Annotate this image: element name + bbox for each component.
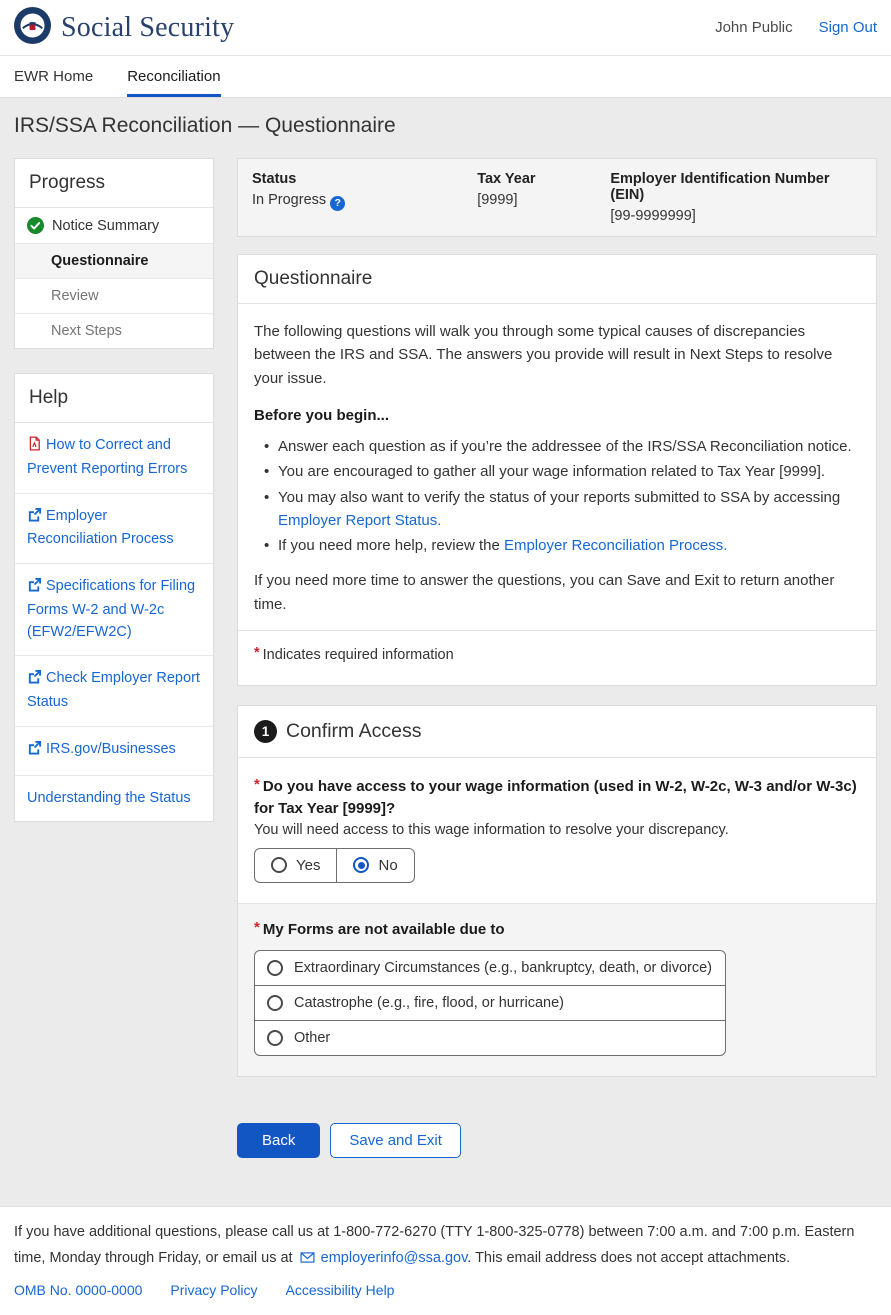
envelope-icon — [300, 1251, 319, 1267]
radio-option-extraordinary-circumstances[interactable]: Extraordinary Circumstances (e.g., bankr… — [255, 951, 725, 985]
ein-value: [99-9999999] — [610, 208, 862, 224]
help-link-employer-reconciliation-process[interactable]: Employer Reconciliation Process — [15, 494, 213, 565]
radio-icon-selected[interactable] — [353, 857, 369, 873]
progress-item-label: Questionnaire — [51, 253, 149, 269]
brand[interactable]: Social Security — [14, 7, 234, 49]
help-link-label: Understanding the Status — [27, 790, 191, 806]
external-link-icon — [27, 669, 42, 692]
bullet-item: You are encouraged to gather all your wa… — [264, 460, 860, 483]
help-link-correct-prevent-errors[interactable]: How to Correct and Prevent Reporting Err… — [15, 423, 213, 494]
tax-year-value: [9999] — [477, 192, 610, 208]
help-link-label: How to Correct and Prevent Reporting Err… — [27, 437, 187, 477]
forms-unavailable-radio-list: Extraordinary Circumstances (e.g., bankr… — [254, 950, 726, 1056]
page-title: IRS/SSA Reconciliation — Questionnaire — [14, 114, 877, 138]
required-asterisk — [254, 647, 263, 663]
forms-unavailable-label: My Forms are not available due to — [254, 919, 860, 941]
radio-icon[interactable] — [271, 857, 287, 873]
sign-out-link[interactable]: Sign Out — [819, 19, 877, 36]
user-name: John Public — [715, 19, 793, 36]
radio-option-yes[interactable]: Yes — [255, 849, 336, 882]
accessibility-help-link[interactable]: Accessibility Help — [286, 1278, 395, 1303]
help-link-label: Check Employer Report Status — [27, 670, 200, 710]
help-link-label: Specifications for Filing Forms W-2 and … — [27, 578, 195, 640]
status-help-icon[interactable] — [330, 196, 345, 211]
omb-number-link[interactable]: OMB No. 0000-0000 — [14, 1278, 142, 1303]
yes-no-radio-group: Yes No — [254, 848, 415, 883]
pdf-icon — [27, 436, 42, 459]
tax-year-label: Tax Year — [477, 171, 610, 187]
help-link-irs-gov-businesses[interactable]: IRS.gov/Businesses — [15, 727, 213, 776]
employer-reconciliation-process-link[interactable]: Employer Reconciliation Process. — [504, 537, 727, 554]
progress-item-label: Review — [51, 288, 99, 304]
radio-label: No — [378, 857, 397, 874]
progress-item-notice-summary[interactable]: Notice Summary — [15, 208, 213, 244]
progress-panel: Progress Notice Summary Questionnaire Re… — [14, 158, 214, 349]
progress-item-review: Review — [15, 279, 213, 314]
save-exit-note: If you need more time to answer the ques… — [254, 569, 860, 616]
confirm-access-heading: 1 Confirm Access — [238, 706, 876, 758]
forms-unavailable-section: My Forms are not available due to Extrao… — [238, 903, 876, 1077]
radio-option-catastrophe[interactable]: Catastrophe (e.g., fire, flood, or hurri… — [255, 985, 725, 1020]
confirm-access-title: Confirm Access — [286, 720, 421, 743]
primary-nav: EWR Home Reconciliation — [0, 56, 891, 98]
external-link-icon — [27, 577, 42, 600]
help-link-specifications-w2[interactable]: Specifications for Filing Forms W-2 and … — [15, 564, 213, 656]
bullet-item: If you need more help, review the Employ… — [264, 534, 860, 557]
radio-icon[interactable] — [267, 995, 283, 1011]
brand-title: Social Security — [61, 12, 234, 44]
step-number-badge: 1 — [254, 720, 277, 743]
external-link-icon — [27, 740, 42, 763]
radio-label: Yes — [296, 857, 320, 874]
tab-reconciliation[interactable]: Reconciliation — [127, 56, 220, 97]
bullet-item: You may also want to verify the status o… — [264, 486, 860, 533]
bullet-item: Answer each question as if you’re the ad… — [264, 435, 860, 458]
radio-icon[interactable] — [267, 960, 283, 976]
progress-item-questionnaire: Questionnaire — [15, 244, 213, 279]
tab-ewr-home[interactable]: EWR Home — [14, 56, 93, 97]
app-header: Social Security John Public Sign Out — [0, 0, 891, 56]
before-you-begin-heading: Before you begin... — [254, 404, 860, 427]
save-and-exit-button[interactable]: Save and Exit — [330, 1123, 461, 1158]
radio-icon[interactable] — [267, 1030, 283, 1046]
questionnaire-intro: The following questions will walk you th… — [254, 320, 860, 390]
back-button[interactable]: Back — [237, 1123, 320, 1158]
status-label: Status — [252, 171, 477, 187]
confirm-access-card: 1 Confirm Access Do you have access to y… — [237, 705, 877, 1077]
employer-report-status-link[interactable]: Employer Report Status. — [278, 512, 441, 529]
radio-label: Catastrophe (e.g., fire, flood, or hurri… — [294, 995, 564, 1011]
questionnaire-heading: Questionnaire — [238, 255, 876, 304]
help-panel: Help How to Correct and Prevent Reportin… — [14, 373, 214, 822]
check-circle-icon — [27, 217, 44, 234]
radio-label: Other — [294, 1030, 330, 1046]
privacy-policy-link[interactable]: Privacy Policy — [170, 1278, 257, 1303]
status-value: In Progress — [252, 192, 326, 208]
progress-item-label: Next Steps — [51, 323, 122, 339]
status-summary-bar: Status In Progress Tax Year [9999] Emplo… — [237, 158, 877, 237]
progress-item-label: Notice Summary — [52, 218, 159, 234]
wage-access-question-label: Do you have access to your wage informat… — [254, 776, 860, 820]
help-link-label: IRS.gov/Businesses — [46, 741, 176, 757]
before-you-begin-list: Answer each question as if you’re the ad… — [264, 435, 860, 557]
questionnaire-card: Questionnaire The following questions wi… — [237, 254, 877, 686]
radio-option-other[interactable]: Other — [255, 1020, 725, 1055]
progress-item-next-steps: Next Steps — [15, 314, 213, 348]
wage-access-question-hint: You will need access to this wage inform… — [254, 822, 860, 838]
radio-label: Extraordinary Circumstances (e.g., bankr… — [294, 960, 712, 976]
email-link[interactable]: employerinfo@ssa.gov — [321, 1250, 468, 1266]
help-heading: Help — [15, 374, 213, 423]
required-information-note: Indicates required information — [238, 630, 876, 679]
ein-label: Employer Identification Number (EIN) — [610, 171, 862, 203]
footer-contact-text: If you have additional questions, please… — [14, 1220, 877, 1272]
ssa-seal-icon — [14, 7, 51, 49]
radio-option-no[interactable]: No — [336, 849, 413, 882]
external-link-icon — [27, 507, 42, 530]
help-link-understanding-the-status[interactable]: Understanding the Status — [15, 776, 213, 822]
help-link-label: Employer Reconciliation Process — [27, 508, 174, 548]
help-link-check-employer-report-status[interactable]: Check Employer Report Status — [15, 656, 213, 727]
progress-heading: Progress — [15, 159, 213, 208]
page-footer: If you have additional questions, please… — [0, 1206, 891, 1314]
form-actions: Back Save and Exit — [237, 1123, 877, 1158]
